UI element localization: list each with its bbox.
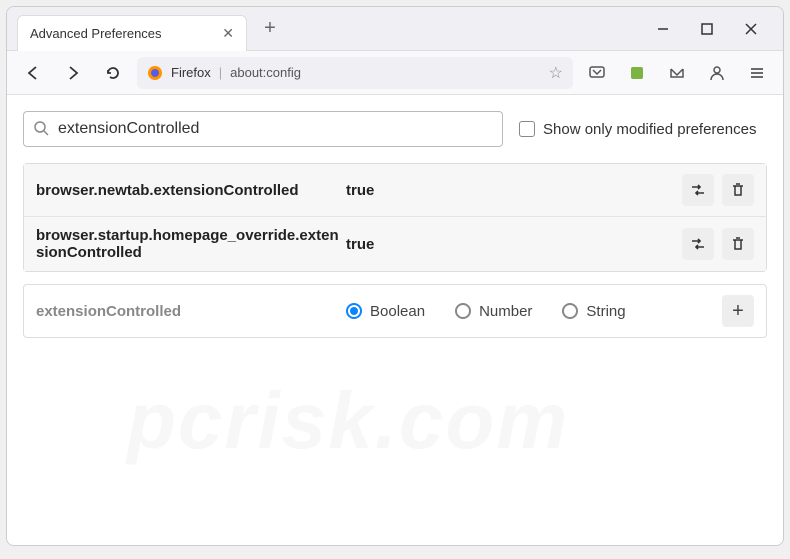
type-radio-group: Boolean Number String — [346, 303, 722, 320]
toggle-button[interactable] — [682, 228, 714, 260]
radio-label: Number — [479, 303, 532, 320]
radio-label: String — [586, 303, 625, 320]
search-row: Show only modified preferences — [23, 111, 767, 147]
bookmark-star-icon[interactable]: ☆ — [549, 63, 563, 83]
new-pref-name: extensionControlled — [36, 303, 346, 320]
add-pref-button[interactable]: + — [722, 295, 754, 327]
firefox-logo-icon — [147, 65, 163, 81]
minimize-button[interactable] — [651, 17, 675, 41]
type-option-boolean[interactable]: Boolean — [346, 303, 425, 320]
nav-toolbar: Firefox | about:config ☆ — [7, 51, 783, 95]
radio-button[interactable] — [346, 303, 362, 319]
modified-only-checkbox[interactable] — [519, 121, 535, 137]
new-pref-row: extensionControlled Boolean Number Strin… — [23, 284, 767, 338]
type-option-string[interactable]: String — [562, 303, 625, 320]
forward-button[interactable] — [57, 57, 89, 89]
close-window-button[interactable] — [739, 17, 763, 41]
modified-only-text: Show only modified preferences — [543, 121, 756, 138]
radio-button[interactable] — [455, 303, 471, 319]
urlbar-separator: | — [219, 65, 222, 80]
pref-actions — [682, 174, 754, 206]
pref-search-box[interactable] — [23, 111, 503, 147]
search-icon — [34, 121, 50, 137]
modified-only-label[interactable]: Show only modified preferences — [519, 121, 756, 138]
reload-button[interactable] — [97, 57, 129, 89]
delete-button[interactable] — [722, 228, 754, 260]
toggle-button[interactable] — [682, 174, 714, 206]
pref-row: browser.newtab.extensionControlled true — [24, 164, 766, 217]
radio-button[interactable] — [562, 303, 578, 319]
pocket-icon[interactable] — [581, 57, 613, 89]
url-bar[interactable]: Firefox | about:config ☆ — [137, 57, 573, 89]
type-option-number[interactable]: Number — [455, 303, 532, 320]
titlebar: Advanced Preferences ✕ + — [7, 7, 783, 51]
menu-button[interactable] — [741, 57, 773, 89]
pref-row: browser.startup.homepage_override.extens… — [24, 217, 766, 271]
extension-icon[interactable] — [621, 57, 653, 89]
delete-button[interactable] — [722, 174, 754, 206]
pref-search-input[interactable] — [58, 120, 492, 138]
browser-tab[interactable]: Advanced Preferences ✕ — [17, 15, 247, 51]
radio-label: Boolean — [370, 303, 425, 320]
close-tab-icon[interactable]: ✕ — [222, 25, 234, 42]
window-controls — [651, 17, 783, 41]
urlbar-address: about:config — [230, 65, 541, 80]
maximize-button[interactable] — [695, 17, 719, 41]
account-icon[interactable] — [701, 57, 733, 89]
tab-title: Advanced Preferences — [30, 26, 162, 41]
watermark: pcrisk.com — [127, 375, 569, 467]
prefs-table: browser.newtab.extensionControlled true … — [23, 163, 767, 272]
pref-value: true — [346, 236, 682, 253]
browser-window: Advanced Preferences ✕ + Firefox | about… — [6, 6, 784, 546]
pref-value: true — [346, 182, 682, 199]
pref-name: browser.newtab.extensionControlled — [36, 182, 346, 199]
pref-actions — [682, 228, 754, 260]
pref-name: browser.startup.homepage_override.extens… — [36, 227, 346, 261]
page-content: Show only modified preferences browser.n… — [7, 95, 783, 545]
back-button[interactable] — [17, 57, 49, 89]
urlbar-brand: Firefox — [171, 65, 211, 80]
inbox-icon[interactable] — [661, 57, 693, 89]
new-tab-button[interactable]: + — [255, 14, 285, 44]
